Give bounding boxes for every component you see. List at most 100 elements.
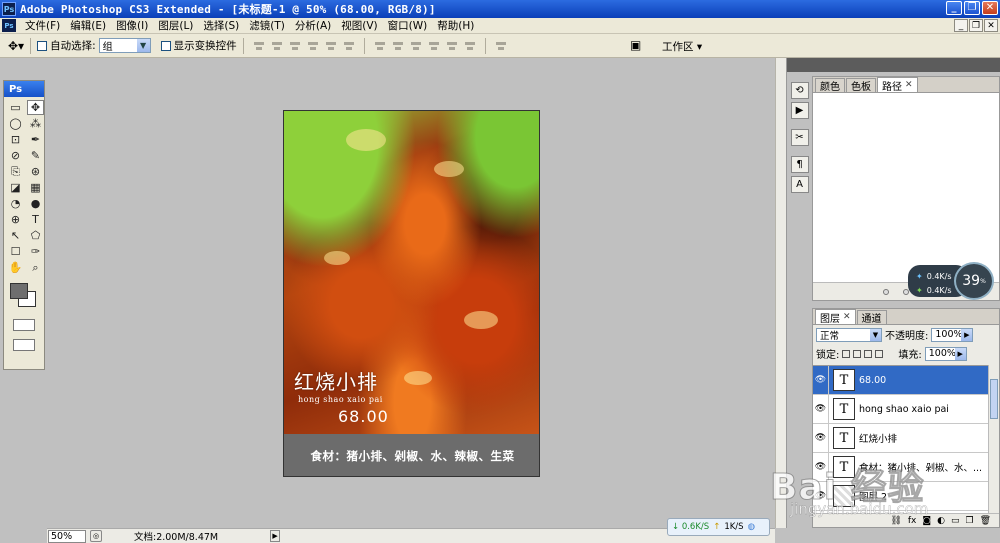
close-icon[interactable]: ✕ [905,80,913,90]
align-bottom-icon[interactable] [289,40,301,51]
menu-window[interactable]: 窗口(W) [383,18,433,33]
layer-style-icon[interactable]: fx [908,516,917,526]
pen-tool[interactable]: ⊕ [7,212,24,227]
show-transform-checkbox[interactable] [160,40,171,51]
clone-stamp-tool[interactable]: ⎘ [7,164,24,179]
layer-row[interactable]: 👁 T hong shao xaio pai [813,394,989,424]
align-right-icon[interactable] [343,40,355,51]
magic-wand-tool[interactable]: ⁂ [27,116,44,131]
layer-mask-icon[interactable]: ◙ [922,516,931,526]
zoom-field[interactable]: 50% [48,529,86,543]
ps-menu-icon[interactable]: Ps [2,19,16,32]
marquee-tool[interactable]: ▭ [7,100,24,115]
menu-file[interactable]: 文件(F) [20,18,65,33]
lasso-tool[interactable]: ◯ [7,116,24,131]
status-menu-arrow-icon[interactable]: ▶ [270,530,281,542]
visibility-eye-icon[interactable]: 👁 [813,366,829,395]
delete-layer-icon[interactable]: 🗑 [980,516,991,526]
version-cue-icon[interactable]: ◎ [90,530,102,542]
close-button[interactable]: ✕ [982,1,998,15]
crop-tool[interactable]: ⊡ [7,132,24,147]
type-tool[interactable]: T [27,212,44,227]
tool-presets-icon[interactable]: ✂ [790,129,809,146]
dock-grip[interactable] [812,58,1000,72]
adjustment-layer-icon[interactable]: ◐ [937,516,945,526]
eyedropper-tool[interactable]: ✒ [27,132,44,147]
maximize-button[interactable]: ❐ [964,1,980,15]
healing-brush-tool[interactable]: ⊘ [7,148,24,163]
doc-close-button[interactable]: ✕ [984,19,998,32]
lock-pixels-icon[interactable] [853,349,862,358]
doc-minimize-button[interactable]: _ [954,19,968,32]
blend-mode-dropdown[interactable]: 正常 ▼ [816,327,882,342]
network-speed-widget[interactable]: ✦ 0.4K/s ✦ 0.4K/s 39% [908,262,996,300]
screen-mode-button[interactable] [13,339,35,351]
link-layers-icon[interactable]: ⛓ [890,516,901,526]
foreground-color-swatch[interactable] [10,283,28,299]
visibility-eye-icon[interactable]: 👁 [813,452,829,482]
minimize-button[interactable]: _ [946,1,962,15]
layer-row[interactable]: 👁 T 68.00 [813,366,989,395]
visibility-eye-icon[interactable]: 👁 [813,423,829,453]
lock-position-icon[interactable] [864,349,873,358]
actions-icon[interactable]: ▶ [790,102,809,119]
tab-channels[interactable]: 通道 [856,310,887,325]
menu-edit[interactable]: 编辑(E) [65,18,111,33]
brush-tool[interactable]: ✎ [27,148,44,163]
eraser-tool[interactable]: ◪ [7,180,24,195]
color-sampler-tool[interactable]: ✑ [27,244,44,259]
tab-paths[interactable]: 路径 ✕ [877,77,918,93]
distribute-right-icon[interactable] [464,40,476,51]
history-icon[interactable]: ⟲ [790,82,809,99]
notes-tool[interactable]: ☐ [7,244,24,259]
tab-layers[interactable]: 图层 ✕ [815,309,856,325]
layer-row[interactable]: 👁 图层 2 [813,481,989,511]
scrollbar-thumb[interactable] [990,379,998,419]
distribute-vcenter-icon[interactable] [392,40,404,51]
canvas-scrollbar[interactable] [775,58,786,528]
close-icon[interactable]: ✕ [843,312,851,322]
lock-transparency-icon[interactable] [842,349,851,358]
align-vcenter-icon[interactable] [271,40,283,51]
new-group-icon[interactable]: ▭ [951,516,960,526]
blur-tool[interactable]: ◔ [7,196,24,211]
auto-align-icon[interactable] [495,40,507,51]
gradient-tool[interactable]: ▦ [27,180,44,195]
opacity-field[interactable]: 100% ▶ [931,327,974,342]
move-tool[interactable]: ✥ [27,100,44,115]
menu-image[interactable]: 图像(I) [111,18,153,33]
menu-analysis[interactable]: 分析(A) [290,18,336,33]
paragraph-icon[interactable]: ¶ [790,156,809,173]
doc-restore-button[interactable]: ❐ [969,19,983,32]
visibility-eye-icon[interactable]: 👁 [813,394,829,424]
dock-grip[interactable] [787,58,812,72]
document-canvas[interactable]: 红烧小排 hong shao xaio pai 68.00 食材：猪小排、剁椒、… [283,110,540,477]
new-layer-icon[interactable]: ❐ [965,516,973,526]
menu-select[interactable]: 选择(S) [198,18,244,33]
layers-scrollbar[interactable] [988,365,999,515]
hand-tool[interactable]: ✋ [7,260,24,275]
tab-color[interactable]: 颜色 [815,78,845,93]
bridge-icon[interactable]: ▣ [630,38,641,52]
auto-select-checkbox[interactable] [37,40,48,51]
menu-view[interactable]: 视图(V) [336,18,382,33]
zoom-tool[interactable]: ⌕ [27,260,44,275]
dodge-tool[interactable]: ● [27,196,44,211]
workspace-button[interactable]: 工作区 ▾ [662,39,702,54]
align-top-icon[interactable] [253,40,265,51]
tab-swatches[interactable]: 色板 [846,78,876,93]
menu-layer[interactable]: 图层(L) [153,18,198,33]
fill-path-icon[interactable] [883,288,889,295]
distribute-hcenter-icon[interactable] [446,40,458,51]
shape-tool[interactable]: ⬠ [27,228,44,243]
layer-row[interactable]: 👁 T 食材：猪小排、剁椒、水、... [813,452,989,482]
visibility-eye-icon[interactable]: 👁 [813,481,829,511]
distribute-top-icon[interactable] [374,40,386,51]
auto-select-dropdown[interactable]: 组 ▼ [98,38,151,53]
layer-row[interactable]: 👁 T 红烧小排 [813,423,989,453]
character-icon[interactable]: A [790,176,809,193]
align-left-icon[interactable] [307,40,319,51]
move-tool-preset-icon[interactable]: ✥▾ [8,39,24,53]
net-traffic-bar[interactable]: ↓ 0.6K/S ↑ 1K/S ◍ [667,518,770,536]
quick-mask-button[interactable] [13,319,35,331]
